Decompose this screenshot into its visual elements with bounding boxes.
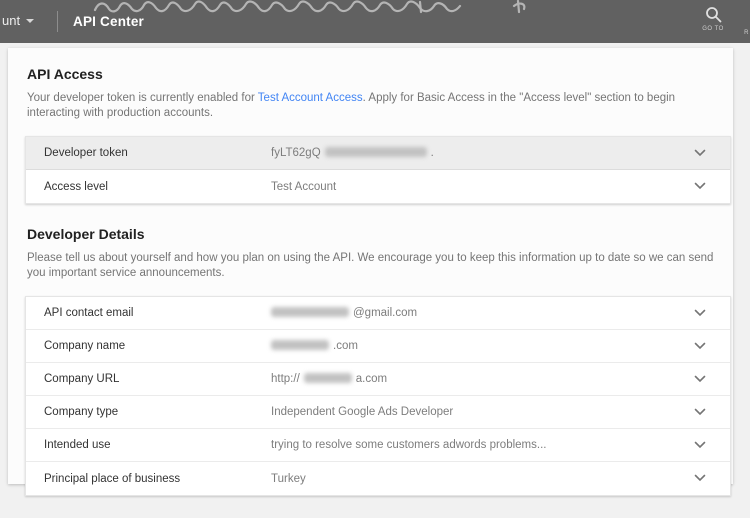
table-row-company-url[interactable]: Company URL http://a.com xyxy=(26,363,730,396)
api-access-section: API Access Your developer token is curre… xyxy=(25,66,731,204)
account-menu-label: unt xyxy=(2,13,21,28)
table-row-access-level[interactable]: Access level Test Account xyxy=(26,170,730,203)
row-value: fyLT62gQ. xyxy=(271,146,434,160)
redacted-text xyxy=(303,372,352,383)
search-button[interactable]: GO TO xyxy=(696,6,730,32)
row-label: Company URL xyxy=(44,373,120,385)
redacted-text xyxy=(324,146,427,157)
developer-details-description: Please tell us about yourself and how yo… xyxy=(27,252,714,279)
chevron-down-icon[interactable] xyxy=(694,309,706,317)
chevron-down-icon[interactable] xyxy=(694,342,706,350)
table-row-intended-use[interactable]: Intended use trying to resolve some cust… xyxy=(26,429,730,462)
row-value: Independent Google Ads Developer xyxy=(271,406,454,418)
row-value: trying to resolve some customers adwords… xyxy=(271,439,547,451)
row-label: Developer token xyxy=(44,147,128,159)
chevron-down-icon[interactable] xyxy=(694,375,706,383)
row-value: @gmail.com xyxy=(271,306,417,319)
chevron-down-icon[interactable] xyxy=(694,182,706,190)
chevron-down-icon[interactable] xyxy=(694,474,706,482)
developer-details-table: API contact email @gmail.com Company nam… xyxy=(25,296,731,496)
row-label: Company name xyxy=(44,340,126,352)
app-header: unt API Center GO TO R xyxy=(0,0,750,43)
chevron-down-icon[interactable] xyxy=(694,441,706,449)
row-label: Principal place of business xyxy=(44,472,181,485)
redacted-text xyxy=(271,339,329,350)
developer-details-heading: Developer Details xyxy=(27,226,145,242)
search-icon xyxy=(705,7,721,23)
chevron-down-icon[interactable] xyxy=(694,408,706,416)
chevron-down-icon[interactable] xyxy=(694,149,706,157)
row-value: Turkey xyxy=(271,472,306,485)
row-label: API contact email xyxy=(44,307,134,319)
table-row-principal-place[interactable]: Principal place of business Turkey xyxy=(26,462,730,495)
api-access-heading: API Access xyxy=(27,66,103,82)
row-label: Intended use xyxy=(44,439,111,451)
table-row-company-type[interactable]: Company type Independent Google Ads Deve… xyxy=(26,396,730,429)
row-value: .com xyxy=(271,339,358,352)
api-access-table: Developer token fyLT62gQ. Access level T… xyxy=(25,136,731,204)
desc-text-before: Your developer token is currently enable… xyxy=(27,92,258,104)
test-account-access-link[interactable]: Test Account Access xyxy=(258,92,363,104)
table-row-api-contact-email[interactable]: API contact email @gmail.com xyxy=(26,297,730,330)
row-label: Access level xyxy=(44,180,108,193)
header-divider xyxy=(57,11,58,32)
developer-details-section: Developer Details Please tell us about y… xyxy=(25,226,731,496)
row-value: Test Account xyxy=(271,180,337,193)
redaction-scribble xyxy=(93,0,526,14)
api-access-description: Your developer token is currently enable… xyxy=(27,91,715,121)
table-row-company-name[interactable]: Company name .com xyxy=(26,330,730,363)
nav-right-partial-label: R xyxy=(744,30,749,36)
page-title: API Center xyxy=(73,14,145,29)
content-panel: API Access Your developer token is curre… xyxy=(8,48,733,496)
table-row-developer-token[interactable]: Developer token fyLT62gQ. xyxy=(26,137,730,170)
account-menu[interactable]: unt xyxy=(2,13,35,28)
row-label: Company type xyxy=(44,406,119,418)
row-value: http://a.com xyxy=(271,372,388,386)
chevron-down-icon xyxy=(26,19,35,23)
redacted-text xyxy=(271,306,349,317)
search-label: GO TO xyxy=(702,26,724,32)
